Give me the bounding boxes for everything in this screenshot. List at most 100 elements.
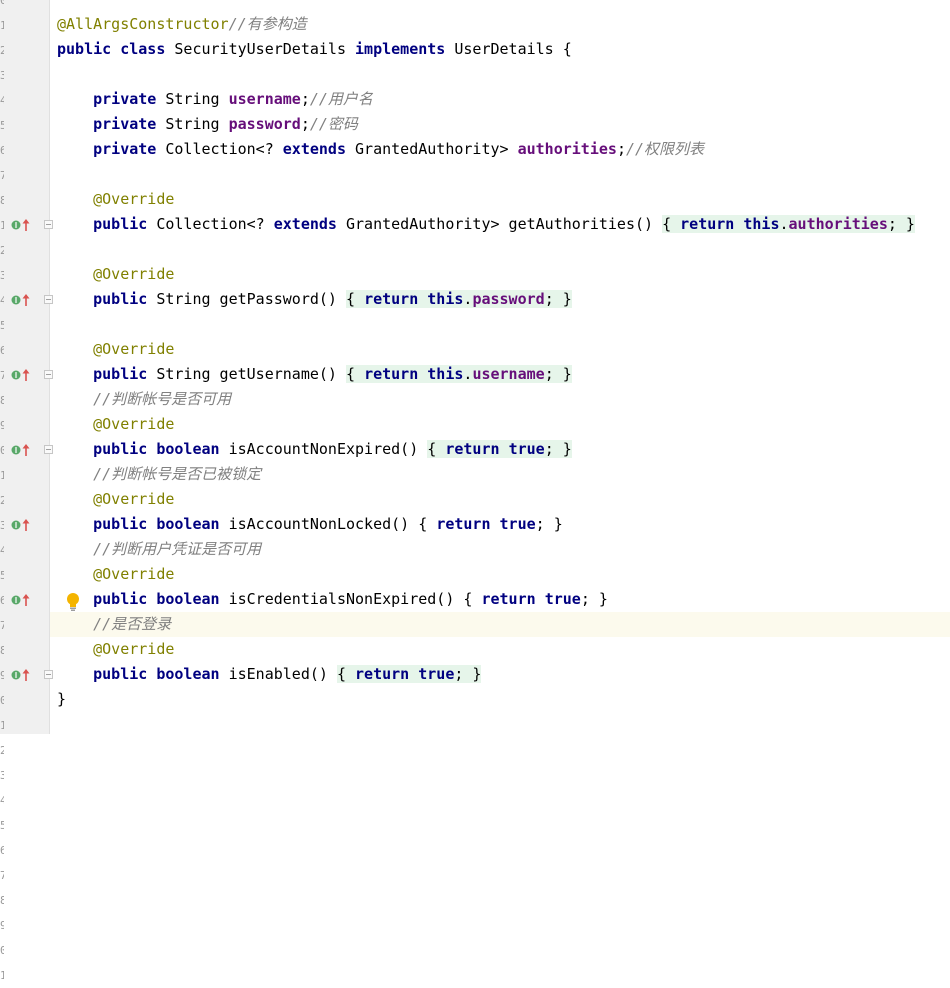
line-number: 4 xyxy=(0,294,4,307)
intention-bulb-icon[interactable] xyxy=(64,592,82,612)
code-token: public xyxy=(93,365,148,383)
code-line: public boolean isAccountNonLocked() { re… xyxy=(57,512,563,537)
line-number: 2 xyxy=(0,44,4,57)
fold-marker-icon[interactable] xyxy=(44,220,53,229)
code-token: { xyxy=(346,365,365,383)
override-method-icon[interactable] xyxy=(11,218,33,232)
code-line: @Override xyxy=(57,187,174,212)
code-token: String getPassword() xyxy=(147,290,346,308)
code-line: //判断帐号是否已被锁定 xyxy=(57,462,261,487)
caret-line-highlight xyxy=(50,612,950,637)
line-number: 6 xyxy=(0,594,4,607)
code-token: public xyxy=(93,590,148,608)
code-token: password xyxy=(228,115,301,133)
fold-marker-icon[interactable] xyxy=(44,670,53,679)
code-token: return xyxy=(364,290,419,308)
code-token: //权限列表 xyxy=(625,140,705,158)
code-token: @Override xyxy=(93,340,175,358)
code-token: public xyxy=(93,440,148,458)
code-token: authorities xyxy=(517,140,617,158)
code-token: UserDetails { xyxy=(445,40,572,58)
line-number: 2 xyxy=(0,244,4,257)
fold-marker-icon[interactable] xyxy=(44,445,53,454)
fold-marker-icon[interactable] xyxy=(44,295,53,304)
code-token: ; } xyxy=(544,365,572,383)
code-token: return xyxy=(680,215,735,233)
line-number: 6 xyxy=(0,844,4,857)
code-token xyxy=(734,215,744,233)
code-token: public xyxy=(93,215,148,233)
code-token: boolean xyxy=(156,590,220,608)
code-token: boolean xyxy=(156,665,220,683)
code-token: ; } xyxy=(535,515,563,533)
code-token: isAccountNonExpired() xyxy=(219,440,428,458)
code-token: @Override xyxy=(93,265,175,283)
code-line: private String password;//密码 xyxy=(57,112,358,137)
code-token: @Override xyxy=(93,415,175,433)
code-line: @Override xyxy=(57,562,174,587)
override-method-icon[interactable] xyxy=(11,293,33,307)
code-token: private xyxy=(93,90,157,108)
line-number: 4 xyxy=(0,544,4,557)
code-token: String getUsername() xyxy=(147,365,346,383)
code-token: ; xyxy=(300,115,310,133)
code-token: //有参构造 xyxy=(228,15,307,33)
code-line: public class SecurityUserDetails impleme… xyxy=(57,37,572,62)
line-number: 7 xyxy=(0,619,4,632)
override-method-icon[interactable] xyxy=(11,668,33,682)
code-token: @AllArgsConstructor xyxy=(57,15,229,33)
code-token: ; } xyxy=(454,665,482,683)
code-token: implements xyxy=(355,40,446,58)
code-token: SecurityUserDetails xyxy=(165,40,356,58)
override-method-icon[interactable] xyxy=(11,518,33,532)
line-number: 8 xyxy=(0,644,4,657)
code-line: //判断帐号是否可用 xyxy=(57,387,231,412)
line-number: 9 xyxy=(0,419,4,432)
line-number: 0 xyxy=(0,944,4,957)
code-line: @Override xyxy=(57,337,174,362)
code-token: { xyxy=(336,665,356,683)
code-token xyxy=(418,365,428,383)
code-token: return xyxy=(481,590,536,608)
code-token: @Override xyxy=(93,190,175,208)
code-token xyxy=(409,665,419,683)
line-number: 2 xyxy=(0,494,4,507)
code-token: return xyxy=(355,665,410,683)
override-method-icon[interactable] xyxy=(11,593,33,607)
code-line: public String getPassword() { return thi… xyxy=(57,287,572,312)
code-line: //是否登录 xyxy=(57,612,171,637)
code-line: @Override xyxy=(57,262,174,287)
line-number: 1 xyxy=(0,719,4,732)
code-token: true xyxy=(544,590,581,608)
line-number: 5 xyxy=(0,319,4,332)
code-token: GrantedAuthority> xyxy=(346,140,518,158)
line-number: 3 xyxy=(0,269,4,282)
line-number: 0 xyxy=(0,0,4,7)
override-method-icon[interactable] xyxy=(11,443,33,457)
code-token: Collection<? xyxy=(147,215,274,233)
line-number: 7 xyxy=(0,369,4,382)
code-token: password xyxy=(472,290,545,308)
code-line: @Override xyxy=(57,412,174,437)
line-number: 9 xyxy=(0,669,4,682)
line-number: 2 xyxy=(0,744,4,757)
line-number: 4 xyxy=(0,94,4,107)
fold-marker-icon[interactable] xyxy=(44,370,53,379)
code-token: return xyxy=(436,515,491,533)
override-method-icon[interactable] xyxy=(11,368,33,382)
line-number: 0 xyxy=(0,444,4,457)
code-token: //判断帐号是否可用 xyxy=(93,390,232,408)
code-token: //用户名 xyxy=(309,90,373,108)
code-token: isEnabled() xyxy=(219,665,337,683)
code-token: true xyxy=(418,665,455,683)
